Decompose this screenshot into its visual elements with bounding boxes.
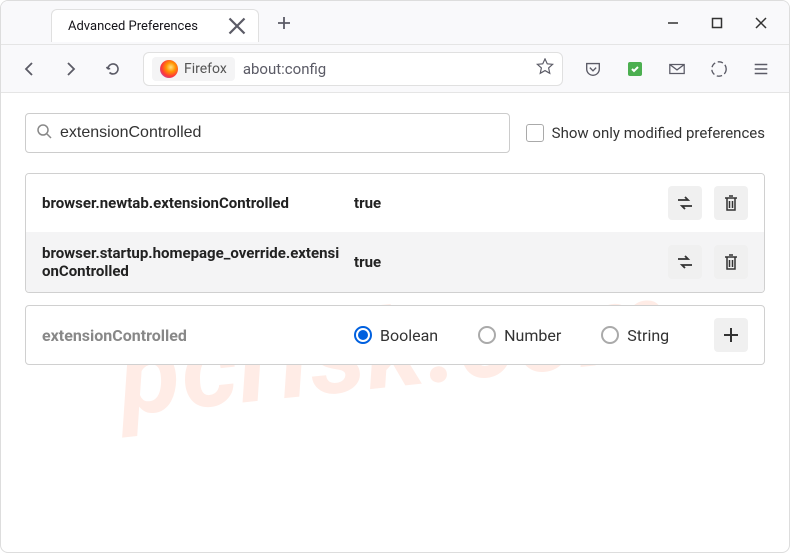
tab-title: Advanced Preferences — [68, 19, 198, 34]
pref-row: browser.newtab.extensionControlled true — [26, 174, 764, 232]
pocket-icon[interactable] — [575, 51, 611, 87]
new-tab-button[interactable] — [269, 8, 299, 38]
pref-value: true — [354, 253, 656, 271]
firefox-logo-icon — [160, 60, 178, 78]
delete-button[interactable] — [714, 186, 748, 220]
toggle-button[interactable] — [668, 186, 702, 220]
radio-label: Boolean — [380, 326, 438, 345]
menu-icon[interactable] — [743, 51, 779, 87]
modified-only-checkbox-group[interactable]: Show only modified preferences — [526, 124, 765, 142]
search-icon — [36, 123, 52, 143]
address-bar[interactable]: Firefox about:config — [143, 52, 563, 86]
delete-button[interactable] — [714, 245, 748, 279]
radio-string[interactable]: String — [601, 326, 669, 345]
close-tab-icon[interactable] — [228, 17, 246, 35]
content-area: pcrisk.com Show only modified preference… — [1, 93, 789, 552]
maximize-button[interactable] — [695, 3, 739, 43]
pref-name: browser.startup.homepage_override.extens… — [42, 244, 342, 280]
firefox-label: Firefox — [184, 61, 227, 77]
firefox-pill: Firefox — [152, 57, 235, 81]
toggle-button[interactable] — [668, 245, 702, 279]
minimize-button[interactable] — [651, 3, 695, 43]
add-button[interactable] — [714, 318, 748, 352]
prefs-table: browser.newtab.extensionControlled true … — [25, 173, 765, 293]
new-pref-name: extensionControlled — [42, 326, 342, 345]
window-controls — [651, 3, 789, 43]
bookmark-star-icon[interactable] — [536, 58, 554, 80]
pref-value: true — [354, 194, 656, 212]
radio-label: String — [627, 326, 669, 345]
tab-advanced-preferences[interactable]: Advanced Preferences — [51, 9, 259, 42]
back-button[interactable] — [11, 51, 47, 87]
radio-icon — [354, 326, 372, 344]
firefox-window: Advanced Preferences — [0, 0, 790, 553]
radio-number[interactable]: Number — [478, 326, 561, 345]
toolbar: Firefox about:config — [1, 45, 789, 93]
url-text[interactable]: about:config — [243, 60, 528, 78]
forward-button[interactable] — [53, 51, 89, 87]
mail-icon[interactable] — [659, 51, 695, 87]
pref-row: browser.startup.homepage_override.extens… — [26, 232, 764, 292]
search-field[interactable] — [25, 113, 510, 153]
search-input[interactable] — [60, 124, 499, 142]
radio-icon — [478, 326, 496, 344]
extension-icon[interactable] — [617, 51, 653, 87]
radio-icon — [601, 326, 619, 344]
title-bar: Advanced Preferences — [1, 1, 789, 45]
close-button[interactable] — [739, 3, 783, 43]
pref-name: browser.newtab.extensionControlled — [42, 194, 342, 212]
new-pref-box: extensionControlled Boolean Number Strin… — [25, 305, 765, 365]
search-row: Show only modified preferences — [25, 113, 765, 153]
modified-only-checkbox[interactable] — [526, 124, 544, 142]
modified-only-label: Show only modified preferences — [552, 124, 765, 142]
account-icon[interactable] — [701, 51, 737, 87]
type-radio-group: Boolean Number String — [354, 326, 702, 345]
radio-boolean[interactable]: Boolean — [354, 326, 438, 345]
radio-label: Number — [504, 326, 561, 345]
reload-button[interactable] — [95, 51, 131, 87]
